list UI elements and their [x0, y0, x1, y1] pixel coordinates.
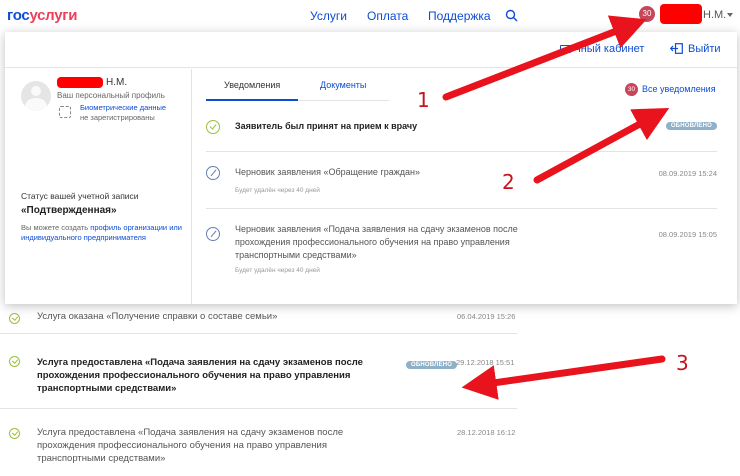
- nav-link-payment[interactable]: Оплата: [367, 9, 408, 23]
- biometrics-link[interactable]: Биометрические данные: [80, 103, 166, 112]
- notification-title-line3: транспортными средствами»: [235, 250, 357, 260]
- nav-link-support[interactable]: Поддержка: [428, 9, 491, 23]
- notification-title: Заявитель был принят на прием к врачу: [235, 121, 418, 131]
- updated-badge: ОБНОВЛЕНО: [665, 122, 717, 130]
- search-icon[interactable]: [505, 9, 518, 22]
- tab-active-indicator: [206, 99, 298, 101]
- account-status: «Подтвержденная»: [21, 205, 117, 216]
- tab-documents[interactable]: Документы: [320, 80, 366, 90]
- gosuslugi-logo[interactable]: госуслуги: [7, 7, 77, 24]
- all-notifications-count-badge: 30: [625, 83, 638, 96]
- check-circle-icon: [206, 120, 220, 134]
- notification-item[interactable]: Заявитель был принят на прием к врачу ОБ…: [206, 112, 717, 152]
- user-dropdown-panel: чный кабинет Выйти Н.М. Ваш персональный…: [5, 32, 737, 304]
- user-initials[interactable]: Н.М.: [703, 9, 726, 21]
- list-item-title-line1: Услуга предоставлена «Подача заявления н…: [37, 357, 363, 368]
- tab-notifications[interactable]: Уведомления: [224, 80, 280, 90]
- list-item-title: Услуга оказана «Получение справки о сост…: [37, 311, 278, 322]
- notification-item[interactable]: Черновик заявления «Подача заявления на …: [206, 209, 717, 289]
- annotation-label-3: 3: [676, 351, 689, 375]
- list-item-date: 28.12.2018 16:12: [457, 428, 516, 437]
- notification-title-line2: прохождения профессионального обучения н…: [235, 237, 510, 247]
- notification-item[interactable]: Черновик заявления «Обращение граждан» 0…: [206, 152, 717, 209]
- account-note-text: Вы можете создать: [21, 223, 91, 232]
- account-note: Вы можете создать профиль организации ил…: [21, 223, 191, 243]
- profile-initials: Н.М.: [106, 77, 128, 88]
- list-item-title-line1: Услуга предоставлена «Подача заявления н…: [37, 427, 344, 438]
- profile-subtitle: Ваш персональный профиль: [57, 91, 165, 100]
- redacted-user-name: [660, 4, 702, 24]
- account-status-label: Статус вашей учетной записи: [21, 191, 139, 201]
- list-item-title-line2: прохождения профессионального обучения н…: [37, 370, 351, 381]
- draft-pen-icon: [206, 166, 220, 180]
- logo-text-part2: услуги: [29, 7, 78, 24]
- updated-badge: ОБНОВЛЕНО: [406, 361, 458, 369]
- draft-pen-icon: [206, 227, 220, 241]
- biometrics-status: не зарегистрированы: [80, 113, 155, 122]
- notification-date: 08.09.2019 15:05: [658, 230, 717, 239]
- logo-text-part1: гос: [7, 7, 30, 24]
- logout-button[interactable]: Выйти: [688, 43, 721, 55]
- avatar[interactable]: [21, 81, 51, 111]
- list-item-title-line3: транспортными средствами»: [37, 383, 177, 394]
- logout-icon[interactable]: [670, 43, 683, 54]
- chevron-down-icon[interactable]: [727, 13, 733, 17]
- cabinet-icon: [560, 45, 571, 53]
- panel-header: чный кабинет Выйти: [5, 32, 737, 68]
- divider: [0, 333, 517, 334]
- all-notifications-link[interactable]: Все уведомления: [642, 84, 716, 94]
- notification-deletion-note: Будет удалён через 40 дней: [235, 187, 320, 194]
- top-navigation: госуслуги Услуги Оплата Поддержка 30 Н.М…: [0, 0, 740, 32]
- profile-section: Н.М. Ваш персональный профиль Биометриче…: [5, 69, 192, 304]
- annotation-label-1: 1: [417, 88, 430, 112]
- nav-link-services[interactable]: Услуги: [310, 9, 347, 23]
- notification-date: 08.09.2019 15:24: [658, 169, 717, 178]
- list-item-date: 06.04.2019 15:26: [457, 312, 516, 321]
- notification-deletion-note: Будет удалён через 40 дней: [235, 267, 320, 274]
- redacted-surname: [57, 77, 103, 88]
- annotation-label-2: 2: [502, 170, 515, 194]
- divider: [0, 408, 517, 409]
- notification-title: Черновик заявления «Обращение граждан»: [235, 167, 420, 177]
- list-item-title-line2: прохождения профессионального обучения н…: [37, 440, 327, 451]
- check-circle-icon: [9, 356, 20, 367]
- notification-title-line1: Черновик заявления «Подача заявления на …: [235, 224, 518, 234]
- personal-cabinet-link[interactable]: чный кабинет: [575, 43, 644, 55]
- biometrics-icon: [59, 106, 71, 118]
- check-circle-icon: [9, 428, 20, 439]
- check-circle-icon: [9, 313, 20, 324]
- notification-count-badge[interactable]: 30: [639, 6, 655, 22]
- list-item-title-line3: транспортными средствами»: [37, 453, 166, 464]
- list-item-date: 29.12.2018 15:51: [456, 358, 515, 367]
